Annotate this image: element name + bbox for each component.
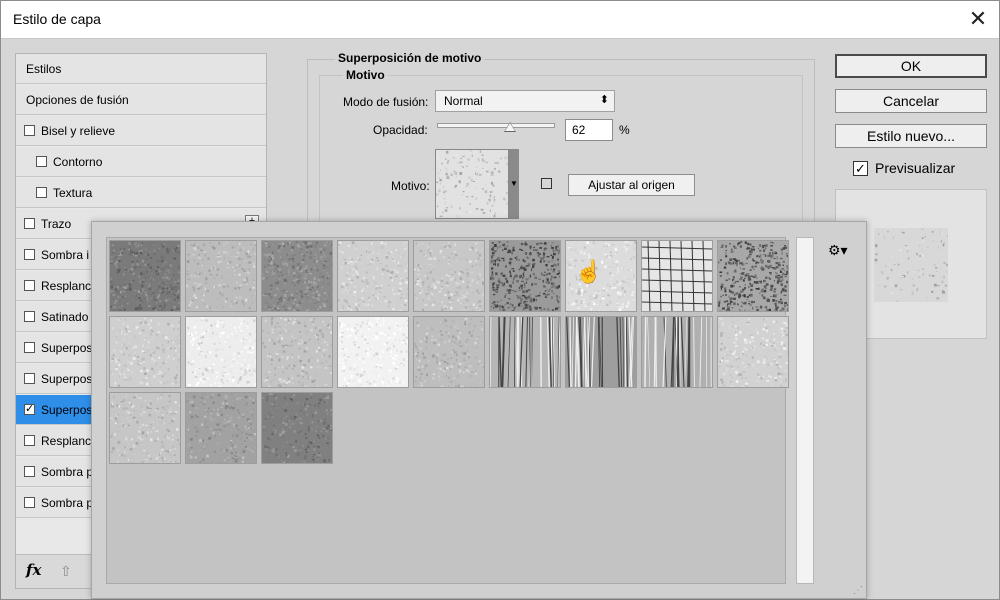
style-checkbox[interactable] <box>24 497 35 508</box>
style-checkbox[interactable]: ✓ <box>24 404 35 415</box>
style-list-item[interactable]: Contorno <box>16 147 266 177</box>
subgroup-title: Motivo <box>343 68 388 82</box>
style-list-item[interactable]: Textura <box>16 178 266 208</box>
cancel-button[interactable]: Cancelar <box>835 89 987 113</box>
style-item-label: Textura <box>53 185 93 200</box>
style-item-label: Opciones de fusión <box>26 92 129 107</box>
pattern-tile[interactable] <box>717 240 789 312</box>
style-item-label: Trazo <box>41 216 72 231</box>
hand-cursor-icon: ☝ <box>575 259 603 284</box>
new-style-button[interactable]: Estilo nuevo... <box>835 124 987 148</box>
style-checkbox[interactable] <box>24 435 35 446</box>
window-title: Estilo de capa <box>13 11 101 27</box>
style-list-item[interactable]: Estilos <box>16 54 266 84</box>
style-item-label: Superpos <box>41 402 93 417</box>
pattern-tile[interactable] <box>565 316 637 388</box>
move-up-icon[interactable]: ⇧ <box>60 563 72 580</box>
style-checkbox[interactable] <box>24 342 35 353</box>
opacity-input[interactable]: 62 <box>565 119 613 141</box>
pattern-tile[interactable] <box>261 392 333 464</box>
pattern-tile[interactable] <box>641 316 713 388</box>
new-preset-icon[interactable] <box>541 178 552 189</box>
pattern-grid <box>106 237 789 584</box>
pattern-tile[interactable] <box>109 240 181 312</box>
style-item-label: Sombra i <box>41 247 90 262</box>
blend-mode-value: Normal <box>444 94 483 108</box>
style-checkbox[interactable] <box>24 280 35 291</box>
pattern-label: Motivo: <box>391 179 430 193</box>
preview-label: Previsualizar <box>875 160 956 176</box>
style-checkbox[interactable] <box>24 466 35 477</box>
style-item-label: Satinado <box>41 309 89 324</box>
blend-mode-select[interactable]: Normal ⬍ <box>435 90 615 112</box>
close-icon[interactable]: ✕ <box>963 5 993 35</box>
pattern-tile[interactable] <box>717 316 789 388</box>
style-item-label: Bisel y relieve <box>41 123 116 138</box>
pattern-tile[interactable] <box>413 240 485 312</box>
title-bar: Estilo de capa ✕ <box>1 1 999 39</box>
picker-scrollbar[interactable] <box>796 237 814 584</box>
blend-mode-label: Modo de fusión: <box>343 95 429 109</box>
opacity-label: Opacidad: <box>373 123 428 137</box>
style-item-label: Superpos <box>41 371 93 386</box>
pattern-swatch[interactable] <box>435 149 509 219</box>
pattern-tile[interactable] <box>641 240 713 312</box>
ok-button[interactable]: OK <box>835 54 987 78</box>
style-item-label: Sombra p <box>41 495 94 510</box>
style-list-item[interactable]: Opciones de fusión <box>16 85 266 115</box>
layer-style-dialog: Estilo de capa ✕ fx ⇧ Estilos Opciones de… <box>0 0 1000 600</box>
preview-thumbnail <box>874 228 948 302</box>
style-checkbox[interactable] <box>24 218 35 229</box>
pattern-tile[interactable] <box>337 240 409 312</box>
style-item-label: Superpos <box>41 340 93 355</box>
pattern-tile[interactable] <box>185 316 257 388</box>
style-checkbox[interactable] <box>24 311 35 322</box>
pattern-tile[interactable] <box>185 240 257 312</box>
snap-to-origin-button[interactable]: Ajustar al origen <box>568 174 695 196</box>
pattern-picker-popup: ⚙▾ ⋰ <box>91 221 867 599</box>
style-checkbox[interactable] <box>24 373 35 384</box>
style-checkbox[interactable] <box>24 249 35 260</box>
preview-checkbox[interactable]: ✓ <box>853 161 868 176</box>
opacity-unit: % <box>619 123 630 137</box>
pattern-tile[interactable] <box>413 316 485 388</box>
style-checkbox[interactable] <box>24 125 35 136</box>
style-checkbox[interactable] <box>36 156 47 167</box>
pattern-tile[interactable] <box>109 392 181 464</box>
style-item-label: Sombra p <box>41 464 94 479</box>
pattern-tile[interactable] <box>261 316 333 388</box>
style-list-item[interactable]: Bisel y relieve <box>16 116 266 146</box>
pattern-tile[interactable] <box>489 316 561 388</box>
group-title: Superposición de motivo <box>335 51 485 65</box>
style-item-label: Contorno <box>53 154 103 169</box>
pattern-tile[interactable] <box>261 240 333 312</box>
gear-icon[interactable]: ⚙▾ <box>828 242 848 259</box>
pattern-tile[interactable] <box>185 392 257 464</box>
pattern-tile[interactable] <box>109 316 181 388</box>
pattern-tile[interactable] <box>337 316 409 388</box>
style-item-label: Estilos <box>26 61 62 76</box>
swatch-dropdown-arrow-icon[interactable]: ▼ <box>509 149 519 219</box>
resize-grip-icon[interactable]: ⋰ <box>853 585 863 596</box>
style-item-label: Resplanc <box>41 278 92 293</box>
fx-button[interactable]: fx <box>26 561 41 579</box>
opacity-slider[interactable] <box>437 123 555 128</box>
opacity-slider-thumb[interactable] <box>504 122 517 132</box>
style-checkbox[interactable] <box>36 187 47 198</box>
updown-arrows-icon: ⬍ <box>599 94 609 106</box>
pattern-tile[interactable] <box>489 240 561 312</box>
style-item-label: Resplanc <box>41 433 92 448</box>
